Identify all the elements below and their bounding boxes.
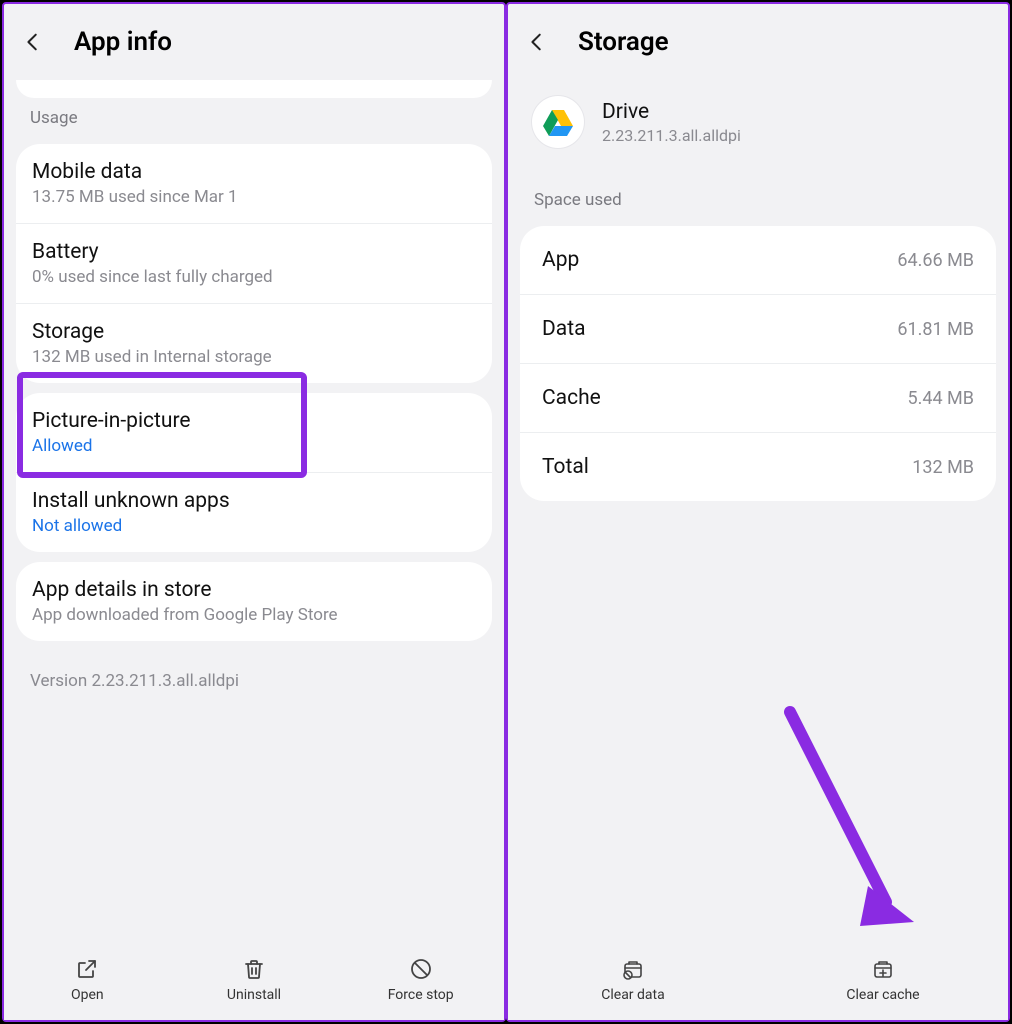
app-version: 2.23.211.3.all.alldpi bbox=[602, 126, 741, 145]
kv-val: 64.66 MB bbox=[897, 250, 974, 271]
bottom-label: Clear data bbox=[601, 987, 664, 1003]
kv-key: Cache bbox=[542, 386, 601, 410]
row-title: Picture-in-picture bbox=[32, 409, 476, 433]
row-pip[interactable]: Picture-in-picture Allowed bbox=[16, 393, 492, 473]
kv-val: 61.81 MB bbox=[897, 319, 974, 340]
back-icon bbox=[22, 31, 44, 53]
open-icon bbox=[75, 957, 99, 981]
usage-card: Mobile data 13.75 MB used since Mar 1 Ba… bbox=[16, 144, 492, 383]
row-title: Battery bbox=[32, 240, 476, 264]
back-button[interactable] bbox=[22, 22, 62, 62]
page-title: Storage bbox=[578, 27, 669, 57]
page-title: App info bbox=[74, 27, 172, 57]
bottom-label: Clear cache bbox=[846, 987, 919, 1003]
back-icon bbox=[526, 31, 548, 53]
row-sub: App downloaded from Google Play Store bbox=[32, 605, 476, 625]
card-partial bbox=[16, 80, 492, 98]
bottom-bar: Open Uninstall Force stop bbox=[4, 938, 504, 1020]
drive-icon bbox=[542, 108, 574, 136]
header: Storage bbox=[508, 4, 1008, 80]
row-mobile-data[interactable]: Mobile data 13.75 MB used since Mar 1 bbox=[16, 144, 492, 224]
row-title: Storage bbox=[32, 320, 476, 344]
row-app-details[interactable]: App details in store App downloaded from… bbox=[16, 562, 492, 641]
bottom-label: Force stop bbox=[388, 987, 454, 1003]
trash-icon bbox=[242, 957, 266, 981]
version-text: Version 2.23.211.3.all.alldpi bbox=[4, 641, 504, 707]
row-battery[interactable]: Battery 0% used since last fully charged bbox=[16, 224, 492, 304]
row-data-size: Data 61.81 MB bbox=[520, 295, 996, 364]
row-sub: 13.75 MB used since Mar 1 bbox=[32, 187, 476, 207]
row-app-size: App 64.66 MB bbox=[520, 226, 996, 295]
kv-key: Data bbox=[542, 317, 586, 341]
row-unknown-apps[interactable]: Install unknown apps Not allowed bbox=[16, 473, 492, 552]
row-title: App details in store bbox=[32, 578, 476, 602]
kv-val: 5.44 MB bbox=[908, 388, 975, 409]
row-total-size: Total 132 MB bbox=[520, 433, 996, 501]
space-used-card: App 64.66 MB Data 61.81 MB Cache 5.44 MB… bbox=[520, 226, 996, 501]
row-sub: 0% used since last fully charged bbox=[32, 267, 476, 287]
clear-cache-button[interactable]: Clear cache bbox=[758, 938, 1008, 1020]
row-sub: Allowed bbox=[32, 436, 476, 456]
app-meta: Drive 2.23.211.3.all.alldpi bbox=[602, 100, 741, 145]
row-title: Install unknown apps bbox=[32, 489, 476, 513]
app-icon-drive bbox=[532, 96, 584, 148]
row-sub: Not allowed bbox=[32, 516, 476, 536]
app-header: Drive 2.23.211.3.all.alldpi bbox=[508, 80, 1008, 166]
stop-icon bbox=[409, 957, 433, 981]
uninstall-button[interactable]: Uninstall bbox=[171, 938, 338, 1020]
kv-val: 132 MB bbox=[912, 457, 974, 478]
back-button[interactable] bbox=[526, 22, 566, 62]
row-title: Mobile data bbox=[32, 160, 476, 184]
app-info-screen: App info Usage Mobile data 13.75 MB used… bbox=[2, 2, 506, 1022]
kv-key: Total bbox=[542, 455, 589, 479]
details-card: App details in store App downloaded from… bbox=[16, 562, 492, 641]
force-stop-button[interactable]: Force stop bbox=[337, 938, 504, 1020]
clear-data-icon bbox=[620, 956, 646, 982]
permissions-card: Picture-in-picture Allowed Install unkno… bbox=[16, 393, 492, 552]
row-storage[interactable]: Storage 132 MB used in Internal storage bbox=[16, 304, 492, 383]
section-label-usage: Usage bbox=[4, 98, 504, 134]
header: App info bbox=[4, 4, 504, 80]
row-cache-size: Cache 5.44 MB bbox=[520, 364, 996, 433]
bottom-bar: Clear data Clear cache bbox=[508, 938, 1008, 1020]
bottom-label: Uninstall bbox=[227, 987, 281, 1003]
annotation-arrow bbox=[768, 694, 928, 944]
clear-cache-icon bbox=[870, 956, 896, 982]
app-name: Drive bbox=[602, 100, 741, 124]
storage-screen: Storage Drive 2.23.211.3.all.alldpi Spac… bbox=[506, 2, 1010, 1022]
open-button[interactable]: Open bbox=[4, 938, 171, 1020]
clear-data-button[interactable]: Clear data bbox=[508, 938, 758, 1020]
bottom-label: Open bbox=[71, 987, 104, 1003]
row-sub: 132 MB used in Internal storage bbox=[32, 347, 476, 367]
section-label-space: Space used bbox=[508, 166, 1008, 216]
kv-key: App bbox=[542, 248, 579, 272]
